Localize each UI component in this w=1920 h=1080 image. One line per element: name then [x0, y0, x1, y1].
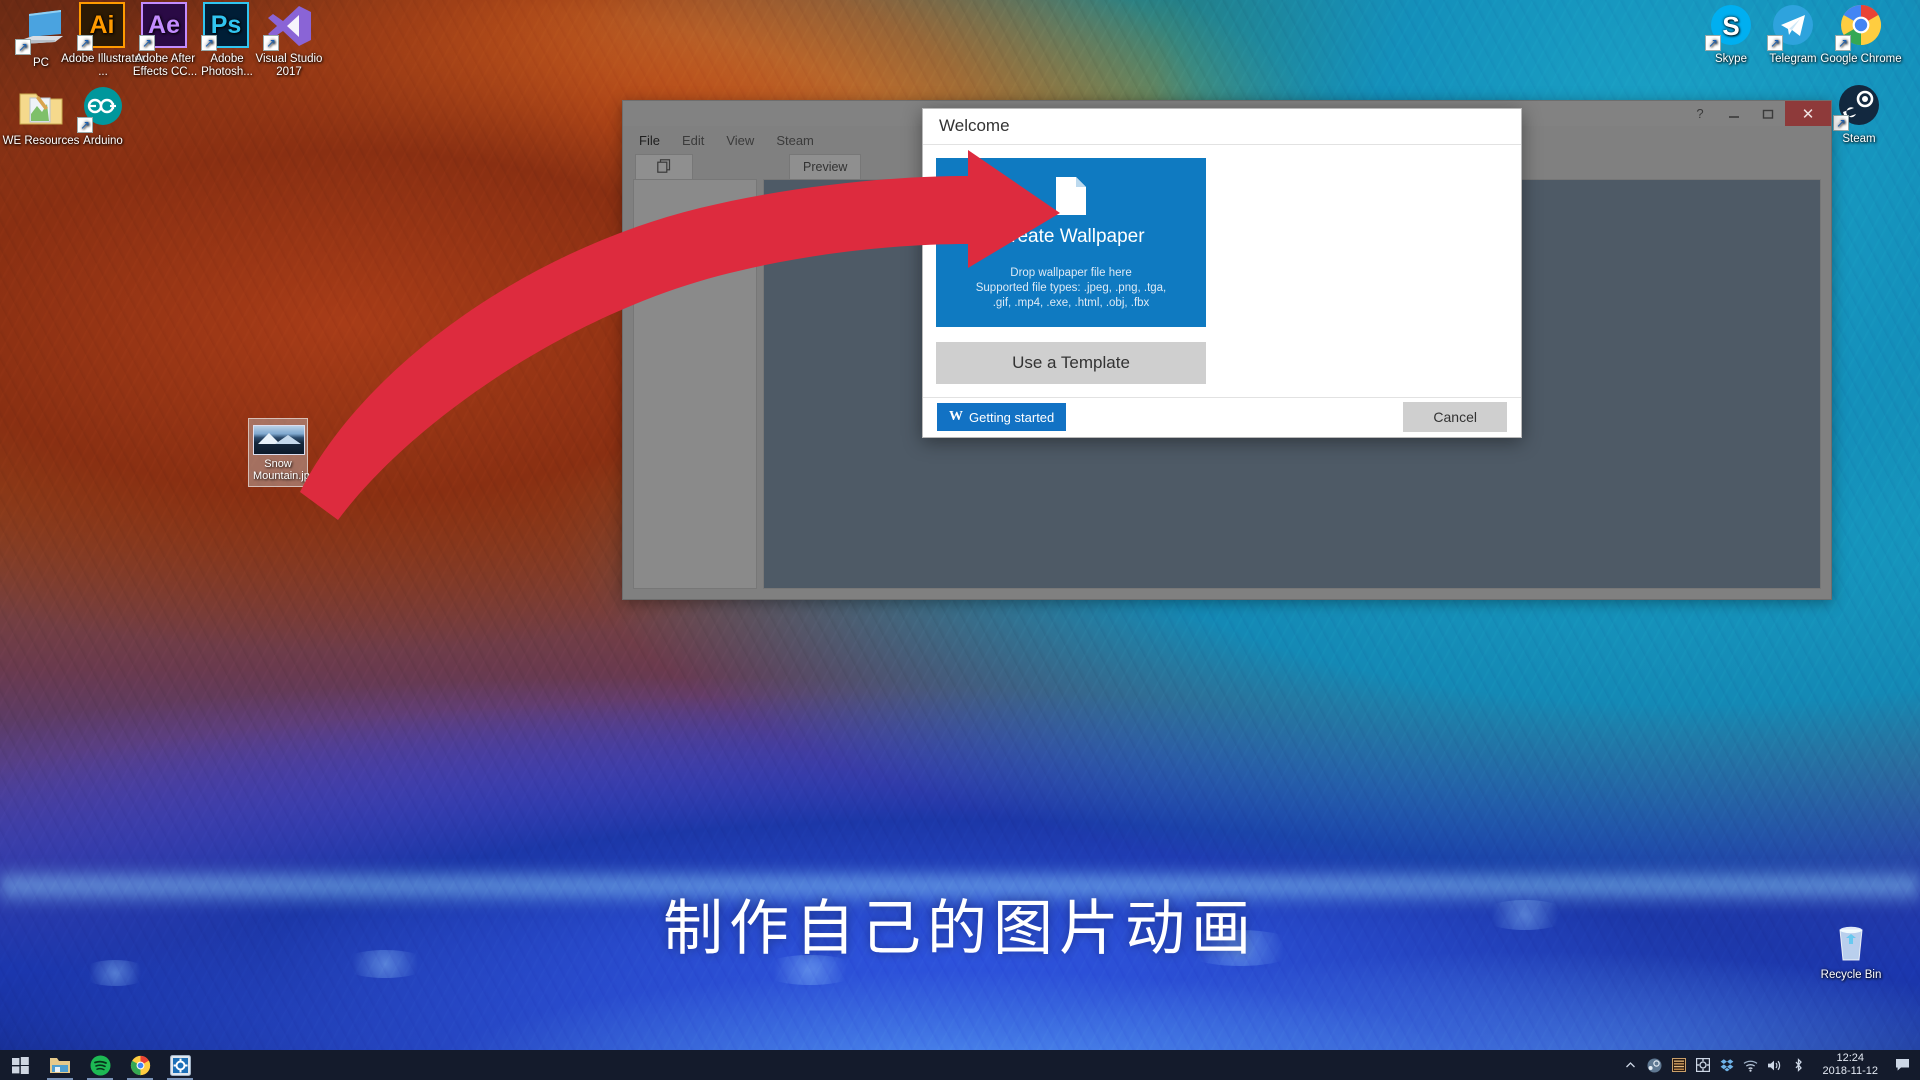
- help-button[interactable]: ?: [1683, 101, 1717, 126]
- close-button[interactable]: ✕: [1785, 101, 1831, 126]
- wifi-icon[interactable]: [1739, 1050, 1763, 1080]
- telegram-icon: ↗: [1767, 2, 1817, 51]
- dialog-body: Create Wallpaper Drop wallpaper file her…: [923, 145, 1521, 397]
- image-thumbnail: [253, 425, 305, 455]
- visual-studio-icon: ↗: [263, 2, 313, 51]
- create-wallpaper-dropzone[interactable]: Create Wallpaper Drop wallpaper file her…: [936, 157, 1206, 327]
- cancel-button[interactable]: Cancel: [1403, 402, 1507, 433]
- start-windows-icon[interactable]: [0, 1050, 40, 1080]
- arduino-icon: ↗: [77, 84, 127, 133]
- getting-started-label: Getting started: [969, 409, 1055, 425]
- skype-icon: S ↗: [1705, 2, 1755, 51]
- desktop-icon-arduino[interactable]: ↗ Arduino: [60, 84, 146, 148]
- app-tray-icon[interactable]: [1667, 1050, 1691, 1080]
- dialog-heading: Welcome: [939, 116, 1010, 136]
- clock-time: 12:24: [1836, 1052, 1865, 1064]
- window-controls[interactable]: ? ✕: [1683, 101, 1831, 126]
- shortcut-arrow-icon: ↗: [1833, 115, 1849, 131]
- taskbar-pinned-apps[interactable]: [0, 1050, 200, 1080]
- volume-icon[interactable]: [1763, 1050, 1787, 1080]
- menu-item-edit[interactable]: Edit: [682, 133, 704, 148]
- minimize-button[interactable]: [1717, 101, 1751, 126]
- assets-panel[interactable]: [633, 179, 757, 589]
- taskbar[interactable]: 12:24 2018-11-12: [0, 1050, 1920, 1080]
- shortcut-arrow-icon: ↗: [201, 35, 217, 51]
- document-file-icon: [1055, 176, 1087, 216]
- getting-started-button[interactable]: W Getting started: [937, 403, 1067, 432]
- desktop-file-snow-mountain[interactable]: Snow Mountain.jpeg: [248, 418, 322, 487]
- video-caption: 制作自己的图片动画: [663, 894, 1257, 964]
- adobe-after-effects-icon: Ae ↗: [139, 2, 189, 51]
- use-a-template-button[interactable]: Use a Template: [936, 341, 1206, 384]
- welcome-dialog[interactable]: Welcome Create Wallpaper Drop wallpaper …: [922, 108, 1522, 438]
- chevron-up-icon[interactable]: [1619, 1050, 1643, 1080]
- shortcut-arrow-icon: ↗: [139, 35, 155, 51]
- menu-item-view[interactable]: View: [726, 133, 754, 148]
- dropzone-hint-line3: .gif, .mp4, .exe, .html, .obj, .fbx: [992, 296, 1150, 309]
- shortcut-arrow-icon: ↗: [15, 39, 31, 55]
- steam-icon: ↗: [1833, 82, 1883, 131]
- shortcut-arrow-icon: ↗: [1767, 35, 1783, 51]
- bluetooth-icon[interactable]: [1787, 1050, 1811, 1080]
- menu-item-steam[interactable]: Steam: [776, 133, 814, 148]
- tab-preview[interactable]: Preview: [789, 154, 862, 179]
- adobe-illustrator-icon: Ai ↗: [77, 2, 127, 51]
- google-chrome-icon: ↗: [1835, 2, 1885, 51]
- desktop-icon-label: Visual Studio 2017: [255, 53, 323, 78]
- tab-assets[interactable]: [635, 154, 693, 179]
- shortcut-arrow-icon: ↗: [1705, 35, 1721, 51]
- this-pc-icon: ↗: [15, 6, 65, 55]
- taskbar-clock[interactable]: 12:24 2018-11-12: [1811, 1052, 1890, 1078]
- google-chrome-icon[interactable]: [120, 1050, 160, 1080]
- dropbox-tray-icon[interactable]: [1715, 1050, 1739, 1080]
- shortcut-arrow-icon: ↗: [77, 35, 93, 51]
- system-tray[interactable]: 12:24 2018-11-12: [1619, 1050, 1920, 1080]
- wallpaper-engine-icon[interactable]: [160, 1050, 200, 1080]
- desktop-icon-label: Recycle Bin: [1820, 969, 1882, 981]
- shortcut-arrow-icon: ↗: [1835, 35, 1851, 51]
- shortcut-arrow-icon: ↗: [77, 117, 93, 133]
- steam-tray-icon[interactable]: [1643, 1050, 1667, 1080]
- dialog-header: Welcome: [923, 109, 1521, 145]
- dropzone-hint-line1: Drop wallpaper file here: [1010, 266, 1132, 279]
- spotify-icon[interactable]: [80, 1050, 120, 1080]
- notifications-icon[interactable]: [1890, 1050, 1914, 1080]
- shortcut-arrow-icon: ↗: [263, 35, 279, 51]
- dialog-footer: W Getting started Cancel: [923, 396, 1521, 437]
- desktop-icon-google-chrome[interactable]: ↗ Google Chrome: [1818, 2, 1904, 66]
- clock-date: 2018-11-12: [1822, 1065, 1878, 1077]
- maximize-button[interactable]: [1751, 101, 1785, 126]
- dropzone-hint-line2: Supported file types: .jpeg, .png, .tga,: [975, 281, 1167, 294]
- desktop-icon-label: Google Chrome: [1820, 53, 1902, 65]
- svg-text:S: S: [1722, 11, 1739, 41]
- wallpaper-engine-logo-icon: W: [949, 409, 963, 425]
- file-explorer-icon[interactable]: [40, 1050, 80, 1080]
- desktop-icon-visual-studio[interactable]: ↗ Visual Studio 2017: [246, 2, 332, 79]
- layers-copy-icon: [657, 158, 671, 176]
- create-wallpaper-title: Create Wallpaper: [997, 225, 1145, 247]
- desktop-icon-label: Arduino: [83, 135, 123, 147]
- folder-icon: [17, 84, 65, 132]
- wallpaper-engine-tray-icon[interactable]: [1691, 1050, 1715, 1080]
- menu-item-file[interactable]: File: [639, 133, 660, 148]
- adobe-photoshop-icon: Ps ↗: [201, 2, 251, 51]
